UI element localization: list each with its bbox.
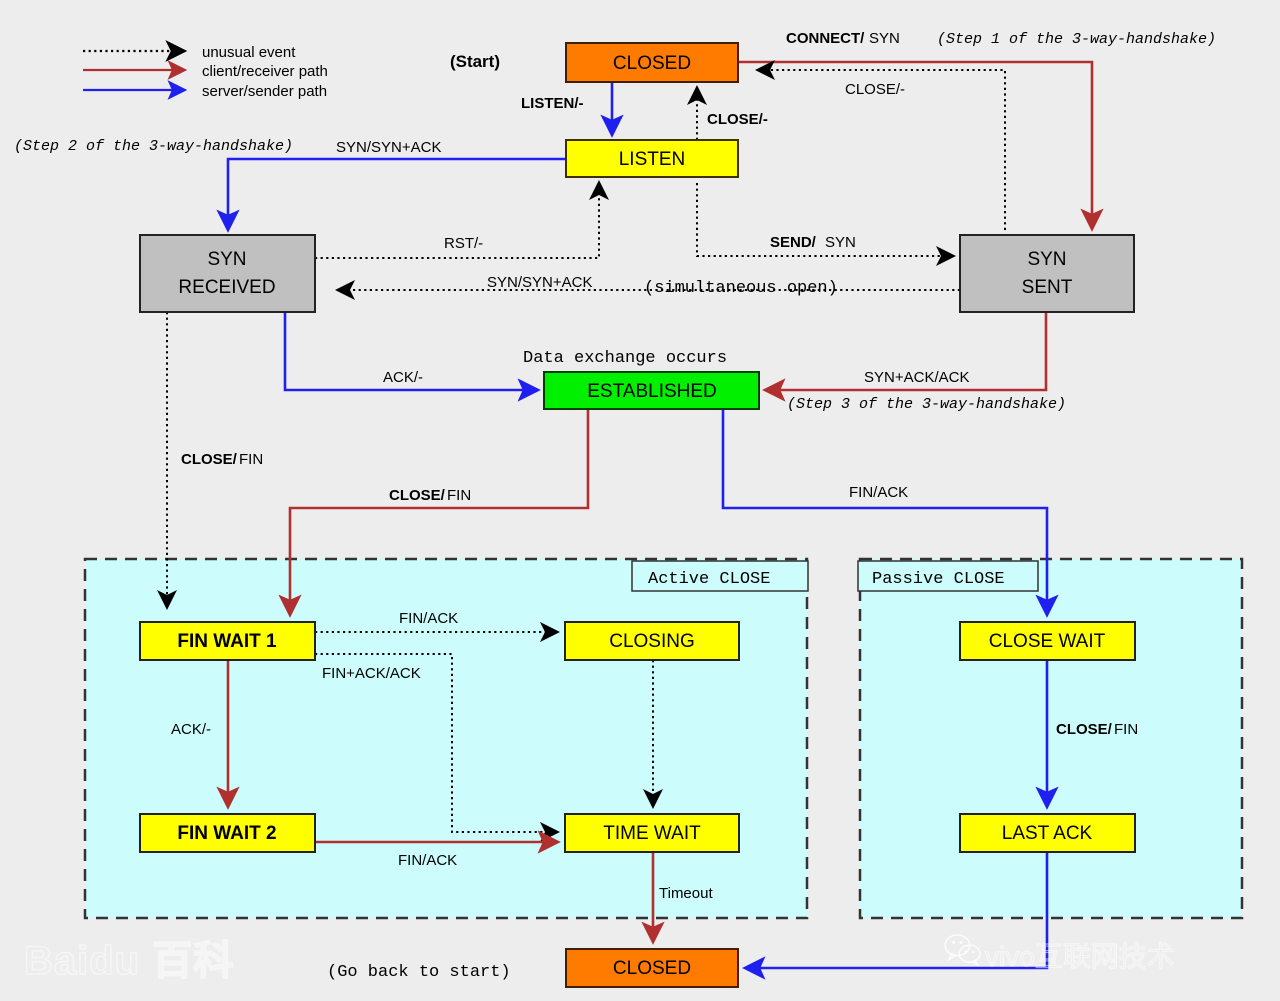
state-label-syn-sent-line2: SENT [1022,277,1073,298]
annotation-step1: (Step 1 of the 3-way-handshake) [937,31,1216,48]
wechat-icon [944,934,981,966]
transition-timeout: Timeout [659,885,713,902]
legend-label-server-path: server/sender path [202,83,327,100]
annotation-start: (Start) [450,52,500,71]
state-closed-bottom[interactable]: CLOSED [565,948,739,988]
transition-ack-dash-fw2: ACK/- [171,721,211,738]
legend-label-unusual-event: unusual event [202,44,296,61]
state-listen[interactable]: LISTEN [565,139,739,178]
state-label-syn-sent-line1: SYN [1027,249,1066,270]
state-label-close-wait: CLOSE WAIT [989,631,1106,652]
transition-listen-dash: LISTEN/- [521,95,584,112]
transition-fin-ack-timewait: FIN/ACK [398,852,457,869]
transition-fin-ack-ack: FIN+ACK/ACK [322,665,421,682]
tcp-state-diagram: unusual event client/receiver path serve… [0,0,1280,1001]
transition-close-fin-wait-plain: FIN [1114,721,1138,738]
watermark-vivo: vivo互联网技术 [984,940,1175,972]
state-label-last-ack: LAST ACK [1002,823,1093,844]
state-label-closed-top: CLOSED [613,53,691,74]
transition-connect-syn-plain: SYN [869,30,900,47]
state-fin-wait-1[interactable]: FIN WAIT 1 [139,621,316,661]
annotation-active-close: Active CLOSE [648,570,770,589]
transition-close-fin-mid-plain: FIN [447,487,471,504]
transition-label-connect-syn: CONNECT/ SYN [786,30,900,47]
transition-label-close-fin-wait: CLOSE/ FIN [1056,721,1138,738]
transition-synack-ack: SYN+ACK/ACK [864,369,969,386]
transition-fin-ack-right: FIN/ACK [849,484,908,501]
state-label-syn-received-line2: RECEIVED [178,277,275,298]
transition-ack-dash-established: ACK/- [383,369,423,386]
state-label-established: ESTABLISHED [587,381,717,402]
state-close-wait[interactable]: CLOSE WAIT [959,621,1136,661]
annotation-step2: (Step 2 of the 3-way-handshake) [14,138,293,155]
state-closing[interactable]: CLOSING [564,621,740,661]
transition-send-syn-plain: SYN [825,234,856,251]
state-closed-top[interactable]: CLOSED [565,42,739,83]
transition-close-fin-left-bold: CLOSE/ [181,451,238,468]
annotation-go-back-to-start: (Go back to start) [327,963,511,982]
transition-label-close-fin-left: CLOSE/ FIN [181,451,263,468]
transition-syn-synack-simultaneous: SYN/SYN+ACK [487,274,592,291]
state-label-fin-wait-2: FIN WAIT 2 [177,823,276,844]
diagram-canvas: unusual event client/receiver path serve… [0,0,1280,1001]
transition-fin-ack-closing: FIN/ACK [399,610,458,627]
annotation-data-exchange: Data exchange occurs [523,349,727,368]
transition-label-close-fin-mid: CLOSE/ FIN [389,487,471,504]
transition-close-fin-wait-bold: CLOSE/ [1056,721,1113,738]
transition-close-dash-right: CLOSE/- [845,81,905,98]
transition-connect-syn-bold: CONNECT/ [786,30,865,47]
state-syn-received[interactable]: SYN RECEIVED [139,234,316,313]
state-established[interactable]: ESTABLISHED [543,371,760,410]
state-label-closed-bottom: CLOSED [613,958,691,979]
state-fin-wait-2[interactable]: FIN WAIT 2 [139,813,316,853]
transition-label-send-syn: SEND/ SYN [770,234,856,251]
passive-close-region [858,557,1244,920]
state-label-syn-received-line1: SYN [207,249,246,270]
transition-close-fin-mid-bold: CLOSE/ [389,487,446,504]
state-label-listen: LISTEN [619,149,686,170]
state-last-ack[interactable]: LAST ACK [959,813,1136,853]
state-label-time-wait: TIME WAIT [603,823,701,844]
transition-rst-dash: RST/- [444,235,483,252]
state-label-closing: CLOSING [609,631,695,652]
watermark-baidu: Baidu 百科 [23,938,235,984]
annotation-step3: (Step 3 of the 3-way-handshake) [787,396,1066,413]
state-syn-sent[interactable]: SYN SENT [959,234,1135,313]
annotation-passive-close: Passive CLOSE [872,570,1005,589]
transition-send-syn-bold: SEND/ [770,234,817,251]
transition-close-fin-left-plain: FIN [239,451,263,468]
annotation-simultaneous-open: (simultaneous open) [644,279,838,298]
state-label-fin-wait-1: FIN WAIT 1 [177,631,277,652]
transition-close-dash-left: CLOSE/- [707,111,768,128]
legend-label-client-path: client/receiver path [202,63,328,80]
state-time-wait[interactable]: TIME WAIT [564,813,740,853]
transition-syn-synack-listen: SYN/SYN+ACK [336,139,441,156]
